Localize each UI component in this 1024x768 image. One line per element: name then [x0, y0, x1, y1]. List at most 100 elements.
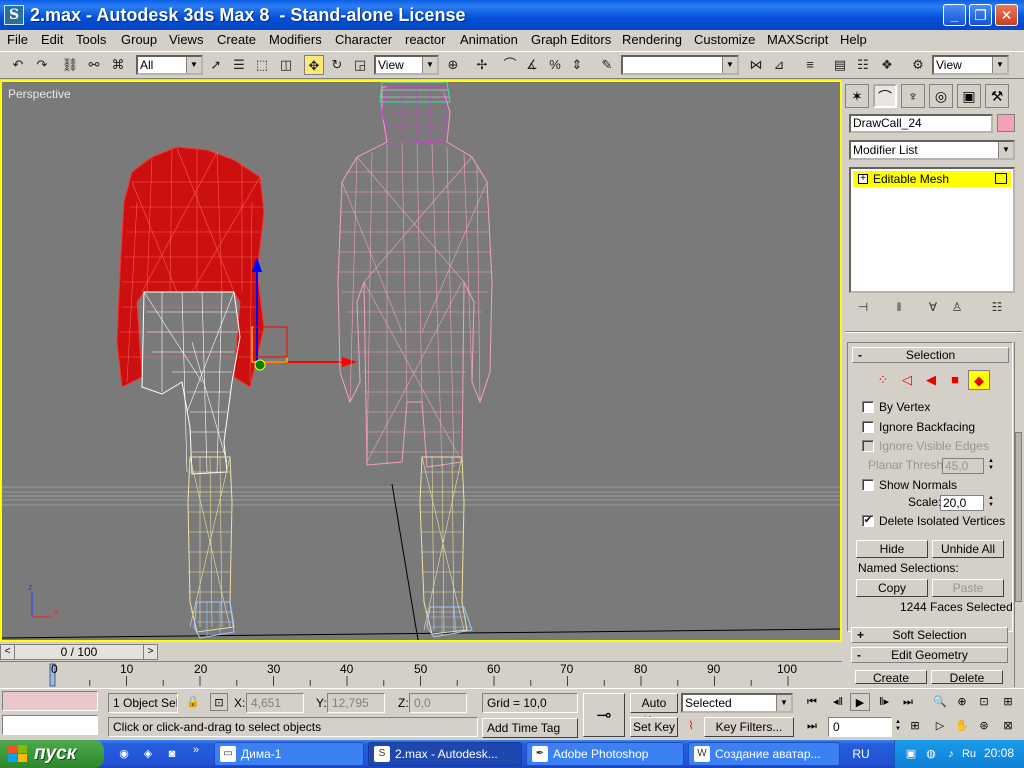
edit-geometry-rollout-header[interactable]: - Edit Geometry [851, 647, 1008, 663]
key-filters-button[interactable]: Key Filters... [704, 717, 794, 737]
copy-button[interactable]: Copy [856, 579, 928, 597]
key-mode-toggle-icon[interactable]: ⏭ [802, 717, 822, 735]
app-icon[interactable]: S [4, 5, 24, 25]
maxscript-listener-mini[interactable] [2, 691, 98, 711]
select-scale-icon[interactable]: ◲ [350, 55, 370, 75]
x-coordinate-field[interactable]: 4,651 [246, 693, 304, 713]
menu-animation[interactable]: Animation [460, 32, 518, 47]
align-icon[interactable]: ⊿ [769, 55, 789, 75]
minimize-button[interactable]: _ [943, 4, 966, 26]
edge-icon[interactable]: ◁ [896, 370, 918, 390]
display-tab-icon[interactable]: ▣ [957, 84, 981, 108]
zoom-extents-icon[interactable]: ⊡ [974, 693, 994, 711]
modifier-list-dropdown[interactable]: Modifier List ▼ [849, 140, 1015, 160]
object-name-field[interactable]: DrawCall_24 [849, 114, 993, 133]
menu-create[interactable]: Create [217, 32, 256, 47]
ref-coord-dropdown[interactable]: View ▼ [374, 55, 439, 75]
quicklaunch-media-icon[interactable]: ◈ [140, 746, 156, 762]
select-manipulate-icon[interactable]: ✢ [472, 55, 492, 75]
create-button[interactable]: Create [855, 670, 927, 684]
security-icon[interactable]: ◍ [923, 746, 939, 762]
auto-key-button[interactable]: Auto Key [630, 693, 678, 728]
normal-scale-spinner[interactable]: 20,0 [940, 495, 984, 511]
delete-isolated-vertices-checkbox[interactable]: ✔ Delete Isolated Vertices [862, 514, 1005, 530]
add-time-tag-button[interactable]: Add Time Tag [482, 718, 578, 738]
scrollbar-thumb[interactable] [1015, 432, 1022, 602]
menu-reactor[interactable]: reactor [405, 32, 445, 47]
set-key-big-icon[interactable]: ⊸ [583, 693, 625, 737]
schematic-view-icon[interactable]: ☷ [853, 55, 873, 75]
menu-help[interactable]: Help [840, 32, 867, 47]
object-color-swatch[interactable] [997, 114, 1015, 132]
menu-rendering[interactable]: Rendering [622, 32, 682, 47]
create-tab-icon[interactable]: ✶ [845, 84, 869, 108]
key-mode-dropdown[interactable]: Selected ▼ [681, 693, 793, 713]
select-move-icon[interactable]: ✥ [304, 55, 324, 75]
render-scene-icon[interactable]: ⚙ [908, 55, 928, 75]
pan-icon[interactable]: ✋ [952, 717, 972, 735]
rect-selection-icon[interactable]: ⬚ [252, 55, 272, 75]
maximize-viewport-icon[interactable]: ⊠ [998, 717, 1018, 735]
snap-toggle-icon[interactable]: ⌒ [500, 55, 520, 75]
link-icon[interactable]: ⛓ [60, 55, 80, 75]
zoom-extents-all-icon[interactable]: ⊞ [998, 693, 1018, 711]
task-photoshop[interactable]: ✒ Adobe Photoshop [526, 742, 684, 766]
next-frame-icon[interactable]: ‖▸ [874, 693, 894, 711]
ignore-visible-edges-checkbox[interactable]: Ignore Visible Edges [862, 439, 989, 455]
key-curve-icon[interactable]: ⌇ [681, 717, 701, 735]
paste-button[interactable]: Paste [932, 579, 1004, 597]
quicklaunch-app2-icon[interactable]: ◙ [164, 746, 180, 762]
modify-tab-icon[interactable]: ⌒ [873, 84, 897, 108]
lock-icon[interactable]: 🔒 [183, 693, 203, 711]
pivot-center-icon[interactable]: ⊕ [443, 55, 463, 75]
z-coordinate-field[interactable]: 0,0 [409, 693, 467, 713]
redo-icon[interactable]: ↷ [32, 55, 52, 75]
planar-thresh-spinner[interactable]: 45,0 [942, 458, 984, 474]
menu-tools[interactable]: Tools [76, 32, 106, 47]
named-selection-dropdown[interactable]: ▼ [621, 55, 739, 75]
soft-selection-rollout-header[interactable]: + Soft Selection [851, 627, 1008, 643]
spinner-arrows-icon[interactable]: ▲ ▼ [986, 495, 996, 511]
track-bar[interactable]: 0 10 20 30 40 50 60 70 80 90 100 [0, 661, 842, 687]
show-normals-checkbox[interactable]: Show Normals [862, 478, 957, 494]
selection-rollout-header[interactable]: - Selection [852, 347, 1009, 363]
zoom-all-icon[interactable]: ⊕ [952, 693, 972, 711]
go-to-start-icon[interactable]: ⏮ [802, 693, 822, 711]
network-icon[interactable]: ▣ [903, 746, 919, 762]
field-of-view-icon[interactable]: ▷ [930, 717, 950, 735]
expand-icon[interactable]: + [858, 174, 868, 184]
maximize-button[interactable]: ❐ [969, 4, 992, 26]
time-config-icon[interactable]: ⊞ [905, 717, 925, 735]
window-crossing-icon[interactable]: ◫ [276, 55, 296, 75]
perspective-viewport[interactable]: Perspective z x [0, 80, 842, 642]
start-button[interactable]: пуск [0, 740, 104, 768]
select-rotate-icon[interactable]: ↻ [327, 55, 347, 75]
go-to-end-icon[interactable]: ⏭ [898, 693, 918, 711]
selection-filter-dropdown[interactable]: All ▼ [136, 55, 203, 75]
ignore-backfacing-checkbox[interactable]: Ignore Backfacing [862, 420, 975, 436]
time-slider-bar[interactable]: < 0 / 100 > [0, 644, 158, 660]
menu-edit[interactable]: Edit [41, 32, 63, 47]
maxscript-input[interactable] [2, 715, 98, 735]
delete-button[interactable]: Delete [931, 670, 1003, 684]
absolute-mode-icon[interactable]: ⊡ [210, 693, 228, 711]
percent-snap-icon[interactable]: % [545, 55, 565, 75]
task-word[interactable]: W Создание аватар... [688, 742, 840, 766]
ru-flag-icon[interactable]: Ru [961, 746, 977, 762]
render-type-dropdown[interactable]: View ▼ [932, 55, 1009, 75]
angle-snap-icon[interactable]: ∡ [522, 55, 542, 75]
material-editor-icon[interactable]: ❖ [877, 55, 897, 75]
next-frame-icon[interactable]: > [143, 645, 157, 659]
edit-named-sel-icon[interactable]: ✎ [597, 55, 617, 75]
spinner-snap-icon[interactable]: ⇕ [567, 55, 587, 75]
current-frame-field[interactable]: 0 [828, 717, 892, 737]
hide-button[interactable]: Hide [856, 540, 928, 558]
curve-editor-icon[interactable]: ▤ [830, 55, 850, 75]
arc-rotate-icon[interactable]: ⊛ [974, 717, 994, 735]
mirror-icon[interactable]: ⋈ [746, 55, 766, 75]
utilities-tab-icon[interactable]: ⚒ [985, 84, 1009, 108]
task-folder[interactable]: ▭ Дима-1 [214, 742, 364, 766]
spinner-arrows-icon[interactable]: ▲ ▼ [893, 719, 903, 735]
character-1-wireframe[interactable] [116, 146, 357, 639]
y-coordinate-field[interactable]: 12,795 [327, 693, 385, 713]
